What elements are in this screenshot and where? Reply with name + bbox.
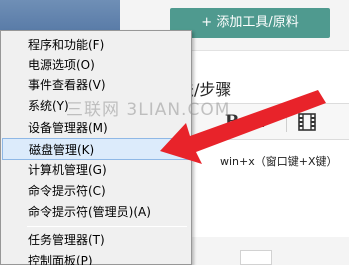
red-arrow-icon [160, 90, 326, 164]
